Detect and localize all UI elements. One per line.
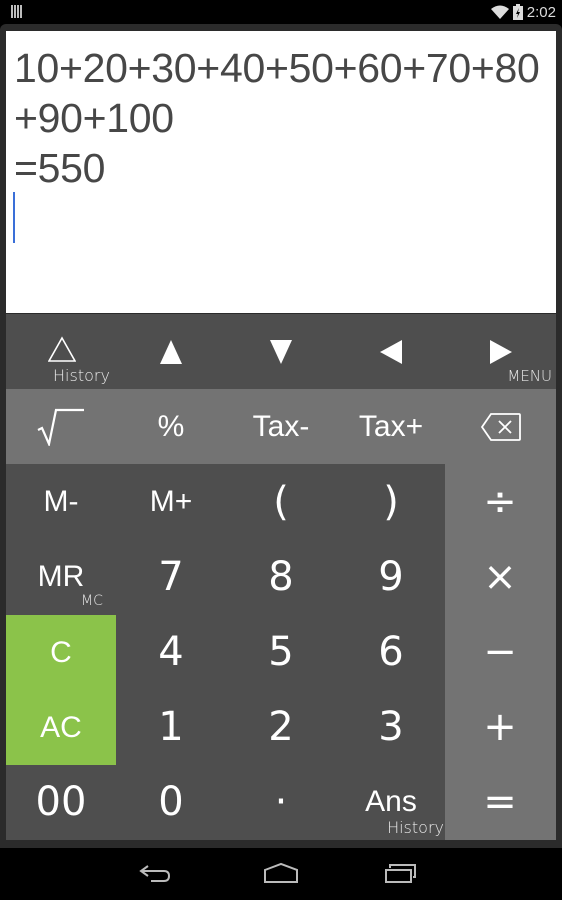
decimal-button[interactable]: · xyxy=(226,764,336,839)
subtract-button[interactable]: − xyxy=(445,614,555,689)
sqrt-button[interactable] xyxy=(6,389,116,464)
multiply-button[interactable]: × xyxy=(445,539,555,614)
ans-history-label: History xyxy=(387,818,444,837)
open-paren-button[interactable]: ( xyxy=(226,464,336,539)
memory-plus-button[interactable]: M+ xyxy=(116,464,226,539)
expression-text: 10+20+30+40+50+60+70+80+90+100 =550 xyxy=(14,43,554,193)
key-8[interactable]: 8 xyxy=(226,539,336,614)
text-caret xyxy=(13,192,15,243)
recents-button[interactable] xyxy=(382,862,422,886)
expression: 10+20+30+40+50+60+70+80+90+100 xyxy=(14,45,540,141)
backspace-button[interactable] xyxy=(446,389,556,464)
function-row: % Tax- Tax+ xyxy=(6,389,556,464)
key-00[interactable]: 00 xyxy=(6,764,116,839)
percent-button[interactable]: % xyxy=(116,389,226,464)
key-5[interactable]: 5 xyxy=(226,614,336,689)
tax-plus-button[interactable]: Tax+ xyxy=(336,389,446,464)
system-nav-bar xyxy=(0,848,562,900)
menu-label: MENU xyxy=(507,367,552,385)
key-7[interactable]: 7 xyxy=(116,539,226,614)
home-icon xyxy=(264,862,298,883)
close-paren-button[interactable]: ) xyxy=(336,464,446,539)
divide-button[interactable]: ÷ xyxy=(445,464,555,539)
ans-label: Ans xyxy=(365,784,417,818)
key-1[interactable]: 1 xyxy=(116,689,226,764)
calculator-display[interactable]: 10+20+30+40+50+60+70+80+90+100 =550 xyxy=(6,31,556,313)
tax-minus-button[interactable]: Tax- xyxy=(226,389,336,464)
cursor-left-button[interactable] xyxy=(336,314,446,389)
triangle-left-icon xyxy=(380,340,402,364)
triangle-outline-up-icon xyxy=(48,336,76,362)
storage-bars-icon xyxy=(11,5,22,18)
clear-keys-block: C AC xyxy=(6,615,116,765)
battery-charging-icon xyxy=(512,4,523,20)
status-bar: 2:02 xyxy=(0,0,562,24)
mr-label: MR xyxy=(37,559,85,593)
home-button[interactable] xyxy=(261,862,301,886)
triangle-down-icon xyxy=(270,340,292,364)
key-3[interactable]: 3 xyxy=(336,689,446,764)
memory-recall-button[interactable]: MR MC xyxy=(6,539,116,614)
history-label: History xyxy=(53,366,110,385)
all-clear-button[interactable]: AC xyxy=(6,690,116,765)
mc-label: MC xyxy=(81,593,103,609)
cursor-right-button[interactable]: MENU xyxy=(446,314,556,389)
equals-button[interactable]: = xyxy=(445,764,555,839)
key-2[interactable]: 2 xyxy=(226,689,336,764)
clear-button[interactable]: C xyxy=(6,615,116,690)
backspace-icon xyxy=(480,412,521,441)
key-6[interactable]: 6 xyxy=(336,614,446,689)
key-0[interactable]: 0 xyxy=(116,764,226,839)
clock: 2:02 xyxy=(526,3,556,21)
key-4[interactable]: 4 xyxy=(116,614,226,689)
key-9[interactable]: 9 xyxy=(336,539,446,614)
operator-column: ÷ × − + = xyxy=(445,464,556,840)
history-button[interactable]: History xyxy=(6,314,116,389)
memory-minus-button[interactable]: M- xyxy=(6,464,116,539)
recents-icon xyxy=(385,864,416,883)
triangle-up-icon xyxy=(160,340,182,364)
back-button[interactable] xyxy=(136,862,176,886)
cursor-down-button[interactable] xyxy=(226,314,336,389)
back-icon xyxy=(139,865,171,882)
cursor-nav-row: History MENU xyxy=(6,314,556,389)
cursor-up-button[interactable] xyxy=(116,314,226,389)
wifi-icon xyxy=(490,5,509,19)
square-root-icon xyxy=(37,408,84,446)
ans-button[interactable]: Ans History xyxy=(336,764,446,839)
result: =550 xyxy=(14,145,106,191)
triangle-right-icon xyxy=(490,340,512,364)
add-button[interactable]: + xyxy=(445,689,555,764)
